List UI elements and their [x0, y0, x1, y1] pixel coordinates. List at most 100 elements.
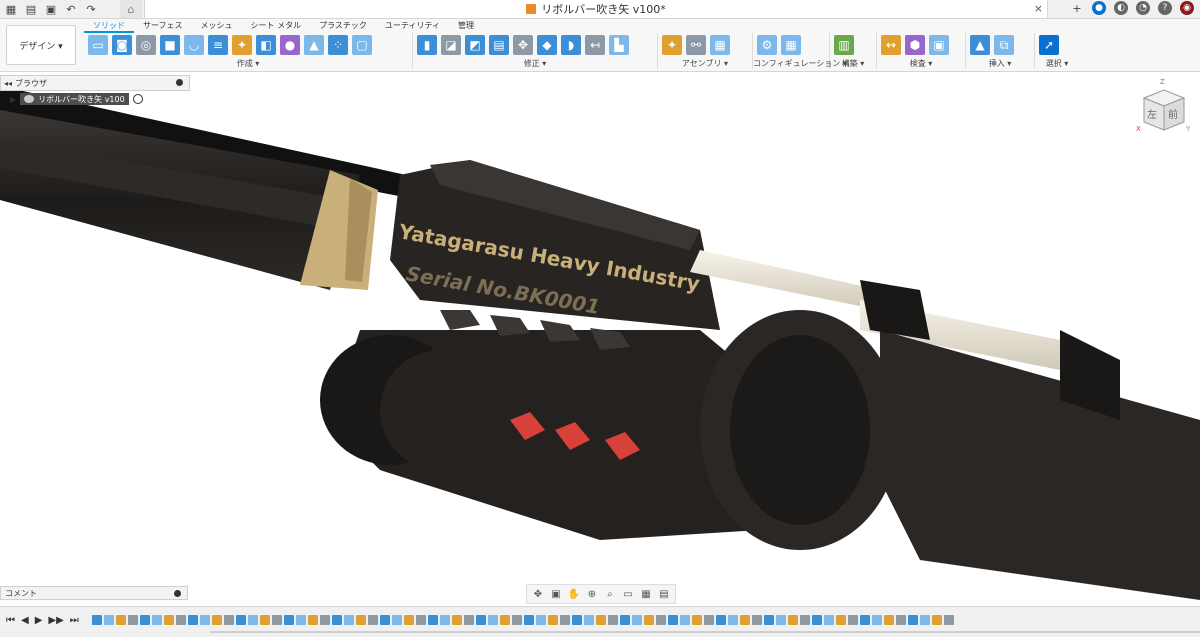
- redo-icon[interactable]: ↷: [84, 2, 98, 16]
- viewcube-front[interactable]: 前: [1168, 108, 1178, 121]
- save-icon[interactable]: ▣: [44, 2, 58, 16]
- data-panel-icon[interactable]: ◐: [1114, 1, 1128, 15]
- measure-icon[interactable]: ↔: [881, 35, 901, 55]
- chamfer-icon[interactable]: ◩: [465, 35, 485, 55]
- box-icon[interactable]: ■: [160, 35, 180, 55]
- timeline-feature[interactable]: [908, 615, 918, 625]
- timeline-feature[interactable]: [416, 615, 426, 625]
- frame-icon[interactable]: ▢: [352, 35, 372, 55]
- timeline-feature[interactable]: [128, 615, 138, 625]
- activate-radio-icon[interactable]: [132, 94, 143, 104]
- timeline-feature[interactable]: [500, 615, 510, 625]
- form-icon[interactable]: ✦: [232, 35, 252, 55]
- timeline-feature[interactable]: [392, 615, 402, 625]
- interference-icon[interactable]: ⬢: [905, 35, 925, 55]
- press-pull-icon[interactable]: ▮: [417, 35, 437, 55]
- timeline-feature[interactable]: [176, 615, 186, 625]
- avatar[interactable]: ◉: [1180, 1, 1194, 15]
- revolve-icon[interactable]: ◎: [136, 35, 156, 55]
- tab-solid[interactable]: ソリッド: [84, 21, 134, 33]
- timeline-feature[interactable]: [476, 615, 486, 625]
- grid-menu-icon[interactable]: ▦: [4, 2, 18, 16]
- group-assemble-label[interactable]: アセンブリ ▾: [658, 58, 752, 69]
- close-tab-icon[interactable]: ×: [1034, 2, 1043, 15]
- orbit-icon[interactable]: ✥: [531, 588, 545, 600]
- timeline-feature[interactable]: [572, 615, 582, 625]
- home-tab[interactable]: ⌂: [120, 0, 142, 18]
- timeline-feature[interactable]: [536, 615, 546, 625]
- timeline-feature[interactable]: [860, 615, 870, 625]
- timeline-feature[interactable]: [260, 615, 270, 625]
- timeline-feature[interactable]: [488, 615, 498, 625]
- move-icon[interactable]: ✥: [513, 35, 533, 55]
- select-cursor-icon[interactable]: ➚: [1039, 35, 1059, 55]
- group-select-label[interactable]: 選択 ▾: [1035, 58, 1079, 69]
- section-analysis-icon[interactable]: ▣: [929, 35, 949, 55]
- shell-icon[interactable]: ◡: [184, 35, 204, 55]
- tab-surface[interactable]: サーフェス: [134, 21, 192, 31]
- timeline-feature[interactable]: [284, 615, 294, 625]
- group-insert-label[interactable]: 挿入 ▾: [966, 58, 1034, 69]
- timeline-feature[interactable]: [920, 615, 930, 625]
- look-at-icon[interactable]: ▣: [549, 588, 563, 600]
- help-icon[interactable]: ?: [1158, 1, 1172, 15]
- tab-plastic[interactable]: プラスチック: [310, 21, 376, 31]
- timeline-feature[interactable]: [248, 615, 258, 625]
- collapse-panel-icon[interactable]: ◂◂: [1, 79, 15, 88]
- new-tab-icon[interactable]: +: [1070, 1, 1084, 15]
- go-to-end-icon[interactable]: ⏭: [70, 615, 79, 626]
- workspace-switcher[interactable]: デザイン ▾: [6, 25, 76, 65]
- extensions-icon[interactable]: ●: [1092, 1, 1106, 15]
- configuration-table-icon[interactable]: ▦: [781, 35, 801, 55]
- timeline-feature[interactable]: [608, 615, 618, 625]
- extrude-icon[interactable]: ◙: [112, 35, 132, 55]
- timeline-feature[interactable]: [428, 615, 438, 625]
- pattern-icon[interactable]: ⁘: [328, 35, 348, 55]
- rib-icon[interactable]: ≡: [208, 35, 228, 55]
- new-component-icon[interactable]: ✦: [662, 35, 682, 55]
- comments-add-icon[interactable]: [174, 590, 181, 597]
- timeline-feature[interactable]: [404, 615, 414, 625]
- tab-sheet-metal[interactable]: シート メタル: [242, 21, 311, 31]
- viewports-icon[interactable]: ▤: [657, 588, 671, 600]
- timeline-feature[interactable]: [140, 615, 150, 625]
- fit-icon[interactable]: ⌕: [603, 588, 617, 600]
- insert-image-icon[interactable]: ▲: [970, 35, 990, 55]
- step-back-icon[interactable]: ◀: [21, 615, 29, 626]
- timeline-feature[interactable]: [764, 615, 774, 625]
- timeline-feature[interactable]: [512, 615, 522, 625]
- timeline-feature[interactable]: [824, 615, 834, 625]
- replace-face-icon[interactable]: ▙: [609, 35, 629, 55]
- zoom-icon[interactable]: ⊕: [585, 588, 599, 600]
- tab-manage[interactable]: 管理: [449, 21, 483, 31]
- undo-icon[interactable]: ↶: [64, 2, 78, 16]
- timeline-feature[interactable]: [932, 615, 942, 625]
- group-construct-label[interactable]: 構築 ▾: [830, 58, 876, 69]
- expand-triangle-icon[interactable]: ▶: [10, 95, 16, 104]
- joint-icon[interactable]: ⚯: [686, 35, 706, 55]
- timeline-feature[interactable]: [464, 615, 474, 625]
- step-forward-icon[interactable]: ▶▶: [48, 615, 63, 626]
- timeline-feature[interactable]: [716, 615, 726, 625]
- timeline-feature[interactable]: [308, 615, 318, 625]
- timeline-feature[interactable]: [272, 615, 282, 625]
- root-component[interactable]: リボルバー吹き矢 v100: [20, 93, 129, 105]
- scale-icon[interactable]: ◗: [561, 35, 581, 55]
- go-to-start-icon[interactable]: ⏮: [6, 615, 15, 626]
- sphere-icon[interactable]: ●: [280, 35, 300, 55]
- timeline-feature[interactable]: [452, 615, 462, 625]
- align-icon[interactable]: ↤: [585, 35, 605, 55]
- timeline-feature[interactable]: [944, 615, 954, 625]
- visibility-eye-icon[interactable]: [24, 95, 35, 103]
- timeline-feature[interactable]: [872, 615, 882, 625]
- file-menu-icon[interactable]: ▤: [24, 2, 38, 16]
- timeline-feature[interactable]: [740, 615, 750, 625]
- job-status-icon[interactable]: ◔: [1136, 1, 1150, 15]
- timeline-feature[interactable]: [896, 615, 906, 625]
- timeline-feature[interactable]: [440, 615, 450, 625]
- group-create-label[interactable]: 作成 ▾: [84, 58, 412, 69]
- timeline-feature[interactable]: [632, 615, 642, 625]
- canvas-viewport[interactable]: Yatagarasu Heavy Industry Serial No.BK00…: [0, 72, 1200, 602]
- timeline-feature[interactable]: [548, 615, 558, 625]
- group-modify-label[interactable]: 修正 ▾: [413, 58, 657, 69]
